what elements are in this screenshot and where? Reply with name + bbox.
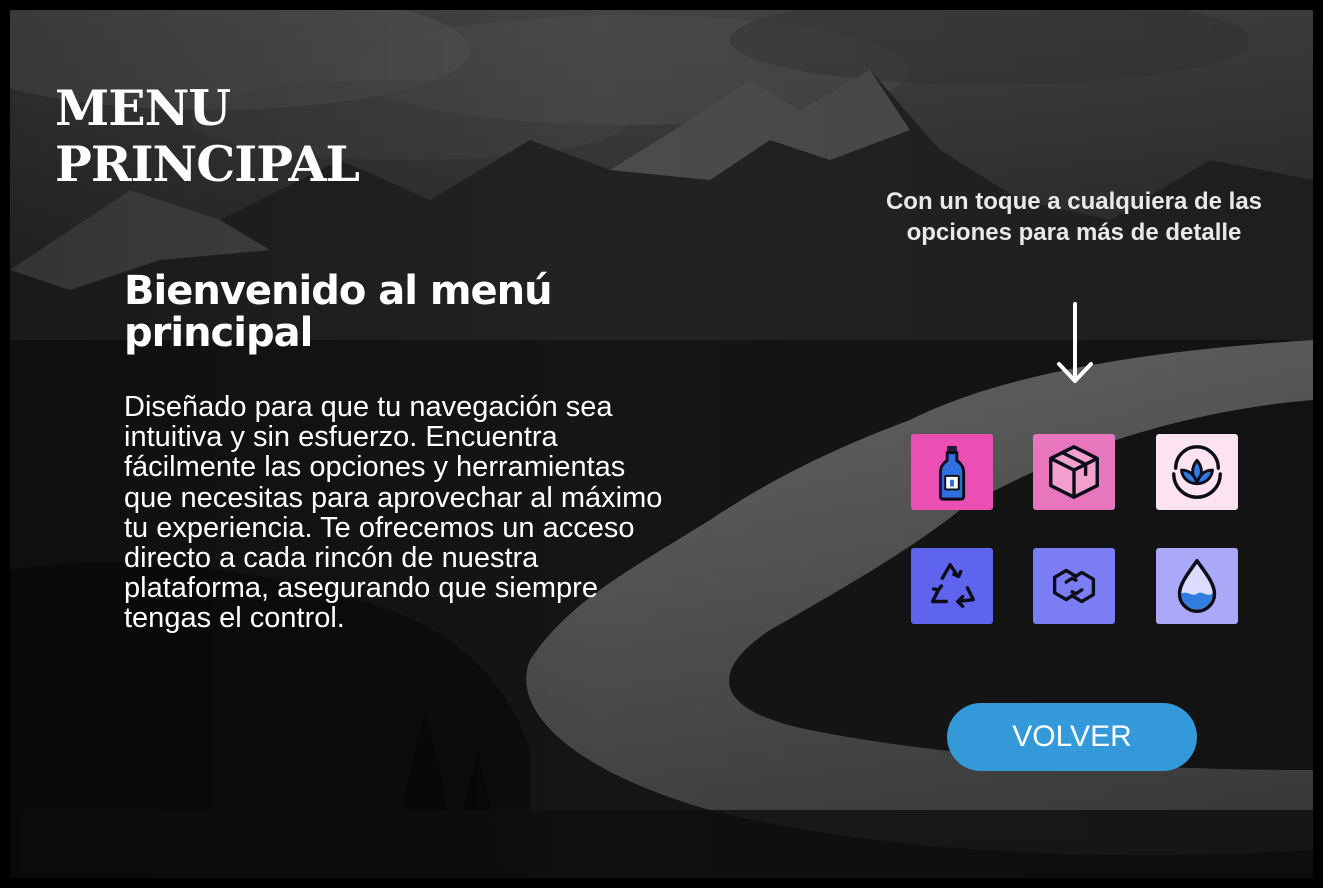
arrow-down-icon	[1057, 302, 1093, 383]
bottle-icon	[938, 445, 966, 501]
welcome-description: Diseñado para que tu navegación sea intu…	[124, 391, 663, 635]
page-title-line-1: MENU	[55, 79, 231, 137]
hint-text: Con un toque a cualquiera de las opcione…	[885, 188, 1263, 246]
water-drop-icon	[1177, 559, 1217, 613]
option-water-button[interactable]	[1156, 548, 1238, 624]
package-box-icon	[1049, 445, 1099, 499]
lotus-leaf-icon	[1172, 445, 1222, 499]
option-bottle-button[interactable]	[911, 434, 993, 510]
infinity-chain-icon	[1052, 568, 1096, 604]
welcome-heading: Bienvenido al menú principal	[124, 268, 553, 356]
option-link-button[interactable]	[1033, 548, 1115, 624]
back-button[interactable]: VOLVER	[947, 703, 1197, 771]
option-recycle-button[interactable]	[911, 548, 993, 624]
page-title: MENU PRINCIPAL	[55, 79, 360, 193]
page-title-line-2: PRINCIPAL	[55, 135, 360, 193]
option-nature-button[interactable]	[1156, 434, 1238, 510]
recycle-icon	[930, 562, 976, 609]
option-package-button[interactable]	[1033, 434, 1115, 510]
